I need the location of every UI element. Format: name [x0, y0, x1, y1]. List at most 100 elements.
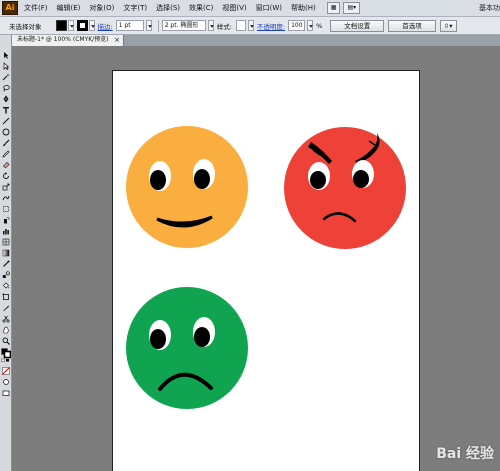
paintbrush-tool[interactable]	[2, 139, 10, 147]
brush-field[interactable]: 2 pt. 椭圆形	[161, 20, 206, 31]
scissors-tool[interactable]	[2, 315, 10, 323]
magnifier-icon	[2, 337, 10, 345]
menu-object[interactable]: 对象(O)	[89, 3, 114, 13]
opacity-dropdown-icon[interactable]	[307, 20, 314, 31]
type-tool[interactable]	[2, 106, 10, 114]
pen-nib-icon	[3, 95, 9, 103]
color-mode-buttons[interactable]	[2, 367, 10, 375]
document-tab-title: 未标题-1* @ 100% (CMYK/预览)	[17, 36, 109, 43]
hand-tool[interactable]	[2, 326, 10, 334]
close-icon[interactable]: ×	[114, 35, 120, 45]
symbol-sprayer-tool[interactable]	[2, 216, 10, 224]
stroke-color-swatch[interactable]	[76, 20, 88, 31]
canvas-area[interactable]: Bai 经验	[12, 46, 500, 471]
stroke-dropdown-icon[interactable]	[88, 20, 95, 31]
bridge-button[interactable]: ▦	[326, 2, 341, 14]
artboard[interactable]	[112, 70, 420, 471]
screen-mode-button[interactable]	[2, 389, 10, 397]
artboard-tool[interactable]	[2, 293, 10, 301]
menu-file[interactable]: 文件(F)	[24, 3, 48, 13]
type-t-icon	[3, 107, 9, 114]
slice-tool[interactable]	[2, 304, 10, 312]
selection-tool[interactable]	[2, 51, 10, 59]
direct-selection-tool[interactable]	[2, 62, 10, 70]
opacity-field[interactable]: 100	[288, 20, 306, 31]
divider	[157, 19, 159, 32]
document-setup-button[interactable]: 文档设置	[330, 19, 385, 32]
eyedropper-icon	[3, 260, 10, 267]
angry-face[interactable]	[284, 127, 406, 249]
stroke-weight-field[interactable]: 1 pt	[115, 20, 144, 31]
menu-effect[interactable]: 效果(C)	[189, 3, 213, 13]
eyedropper-tool[interactable]	[2, 260, 10, 268]
arrange-button[interactable]: ⇳▾	[439, 19, 457, 32]
mesh-tool[interactable]	[2, 238, 10, 246]
eraser-tool[interactable]	[2, 161, 10, 169]
happy-face-circle[interactable]	[126, 126, 248, 248]
fill-color-swatch[interactable]	[55, 20, 67, 31]
eraser-icon	[3, 162, 10, 169]
document-tab[interactable]: 未标题-1* @ 100% (CMYK/预览) ×	[12, 35, 124, 46]
rotate-icon	[3, 172, 9, 179]
preferences-button[interactable]: 首选项	[388, 19, 436, 32]
happy-right-pupil	[194, 169, 210, 189]
hand-icon	[3, 326, 9, 334]
magic-wand-tool[interactable]	[2, 73, 10, 81]
angry-face-circle[interactable]	[284, 127, 406, 249]
scale-tool[interactable]	[2, 183, 10, 191]
brush-dropdown-icon[interactable]	[207, 20, 214, 31]
ellipse-tool[interactable]	[2, 128, 10, 136]
free-transform-tool[interactable]	[2, 205, 10, 213]
scissors-icon	[2, 315, 10, 323]
line-segment-icon	[2, 117, 10, 125]
mesh-grid-icon	[2, 238, 10, 246]
sad-right-pupil	[194, 327, 210, 347]
live-paint-tool[interactable]	[2, 282, 10, 290]
drawing-mode-button[interactable]	[2, 378, 10, 386]
menu-type[interactable]: 文字(T)	[123, 3, 147, 13]
stroke-label[interactable]: 描边:	[98, 21, 113, 31]
gradient-tool[interactable]	[2, 249, 10, 257]
opacity-label[interactable]: 不透明度:	[257, 21, 285, 31]
paint-bucket-icon	[3, 282, 10, 289]
angry-left-pupil	[310, 171, 326, 189]
style-field[interactable]	[235, 20, 246, 31]
blend-tool[interactable]	[2, 271, 10, 279]
pencil-icon	[2, 150, 10, 158]
fill-stroke-swatches[interactable]	[1, 348, 11, 362]
menu-window[interactable]: 窗口(W)	[256, 3, 282, 13]
fill-dropdown-icon[interactable]	[67, 20, 74, 31]
happy-face[interactable]	[126, 126, 248, 248]
warp-tool[interactable]	[2, 194, 10, 202]
sad-face-circle[interactable]	[126, 287, 248, 409]
menu-select[interactable]: 选择(S)	[156, 3, 180, 13]
brush-value: 2 pt. 椭圆形	[164, 22, 199, 29]
arrange-docs-icon: ▤▾	[347, 4, 357, 11]
lasso-icon	[3, 85, 10, 92]
rotate-tool[interactable]	[2, 172, 10, 180]
line-tool[interactable]	[2, 117, 10, 125]
lasso-tool[interactable]	[2, 84, 10, 92]
stroke-weight-value: 1 pt	[118, 22, 131, 29]
pen-tool[interactable]	[2, 95, 10, 103]
arrange-docs-button[interactable]: ▤▾	[343, 2, 361, 14]
zoom-tool[interactable]	[2, 337, 10, 345]
workspace-switcher[interactable]: 基本功	[477, 3, 500, 13]
stroke-weight-dropdown-icon[interactable]	[145, 20, 152, 31]
watermark: Bai 经验	[436, 446, 494, 462]
magic-wand-icon	[2, 73, 10, 81]
bridge-icon: ▦	[330, 4, 337, 11]
ellipse-icon	[2, 128, 10, 136]
artwork	[126, 126, 406, 409]
pencil-tool[interactable]	[2, 150, 10, 158]
menu-edit[interactable]: 编辑(E)	[57, 3, 81, 13]
none-color-icon	[2, 367, 10, 375]
control-bar: 未选择对象 描边: 1 pt 2 pt. 椭圆形 样式: 不透明度: 100 %…	[0, 17, 500, 35]
bar-graph-icon	[3, 229, 9, 235]
menu-help[interactable]: 帮助(H)	[291, 3, 316, 13]
menu-view[interactable]: 视图(V)	[222, 3, 246, 13]
fill-stroke-icon	[1, 348, 11, 362]
style-dropdown-icon[interactable]	[247, 20, 254, 31]
sad-face[interactable]	[126, 287, 248, 409]
column-graph-tool[interactable]	[2, 227, 10, 235]
